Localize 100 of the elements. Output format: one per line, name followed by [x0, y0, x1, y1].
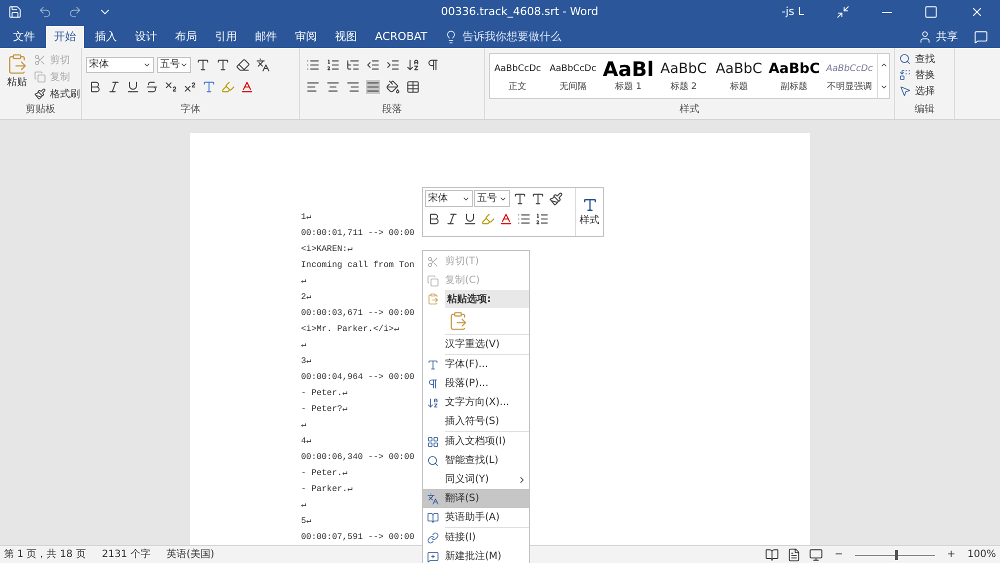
document-line: 00:00:01,711 --> 00:00 — [301, 227, 414, 240]
ribbon-tab[interactable]: 插入 — [87, 26, 125, 48]
ribbon-tab[interactable]: 视图 — [327, 26, 365, 48]
tell-me-field[interactable]: 告诉我你想要做什么 — [444, 26, 562, 48]
book-icon — [427, 512, 439, 524]
ribbon-tab[interactable]: 邮件 — [247, 26, 285, 48]
zoom-slider[interactable] — [855, 550, 936, 560]
cursor-icon — [899, 85, 911, 97]
styles-button[interactable]: 样式 — [575, 188, 603, 236]
ribbon-tab[interactable]: 开始 — [46, 26, 84, 48]
font-size-field[interactable]: 五号 — [474, 190, 510, 207]
person-icon — [918, 30, 932, 44]
document-line: 00:00:03,671 --> 00:00 — [301, 307, 414, 320]
group-label: 剪贴板 — [24, 102, 56, 117]
phonetic-icon[interactable] — [254, 56, 271, 73]
ribbon-tab[interactable]: ACROBAT — [367, 26, 436, 48]
document-line: Incoming call from Ton — [301, 259, 414, 272]
font-family-field[interactable]: 宋体 — [86, 56, 154, 72]
paragraph-icon — [427, 378, 439, 390]
text-direction-icon — [427, 396, 439, 408]
editing-button[interactable]: 查找 — [899, 51, 950, 67]
justify-icon[interactable] — [364, 78, 381, 95]
document-line: ↵ — [301, 419, 306, 432]
document-line: 00:00:07,591 --> 00:00 — [301, 531, 414, 544]
clipboard-icon — [427, 293, 439, 305]
scissors-icon — [427, 256, 439, 268]
scroll-up-icon[interactable] — [880, 61, 888, 69]
scroll-down-icon[interactable] — [880, 83, 888, 91]
shading-icon[interactable] — [384, 78, 401, 95]
style-option[interactable]: AaBl 标题 1 — [600, 54, 656, 98]
group-label: 段落 — [381, 102, 403, 117]
search-icon — [427, 454, 439, 466]
paste-option-icon[interactable] — [448, 311, 468, 331]
share-button[interactable]: 共享 — [918, 26, 958, 48]
copy-icon — [427, 274, 439, 286]
scissors-icon — [34, 54, 46, 66]
menu-item[interactable]: 段落(P)... — [423, 374, 529, 393]
document-line: - Peter.↵ — [301, 467, 348, 480]
ribbon-tab[interactable]: 审阅 — [287, 26, 325, 48]
style-option[interactable]: AaBbC 标题 — [711, 54, 767, 98]
menu-item[interactable]: 智能查找(L) — [423, 451, 529, 470]
paintbrush-icon — [34, 88, 46, 100]
document-line: 4↵ — [301, 435, 312, 448]
menu-item[interactable]: 翻译(S) — [423, 489, 529, 508]
menu-item[interactable]: 文字方向(X)... — [423, 393, 529, 412]
slider-thumb[interactable] — [895, 550, 898, 560]
grid-icon — [427, 436, 439, 448]
document-line: ↵ — [301, 339, 306, 352]
menu-item[interactable]: 英语助手(A) — [423, 508, 529, 527]
document-line: <i>KAREN:↵ — [301, 243, 353, 256]
document-line: <i>Mr. Parker.</i>↵ — [301, 323, 400, 336]
zoom-in-button[interactable]: + — [943, 547, 960, 562]
style-option[interactable]: AaBbCcDc 正文 — [490, 54, 546, 98]
read-mode-icon — [764, 548, 779, 562]
paste-button[interactable]: 粘贴 — [4, 52, 30, 102]
editing-button[interactable]: 选择 — [899, 83, 950, 99]
web-layout-icon — [808, 548, 823, 562]
style-option[interactable]: AaBbC 标题 2 — [656, 54, 712, 98]
menu-item[interactable]: 汉字重选(V) — [423, 335, 529, 354]
clipboard-icon — [6, 53, 28, 75]
comment-icon — [427, 550, 439, 562]
menu-item[interactable]: 链接(I) — [423, 528, 529, 547]
user-name: -js L — [782, 4, 804, 20]
comments-icon — [974, 30, 988, 44]
ribbon-tab[interactable]: 布局 — [167, 26, 205, 48]
language: 英语(美国) — [166, 548, 214, 562]
page-count: 第 1 页，共 18 页 — [4, 548, 86, 562]
menu-item[interactable]: 插入文档项(I) — [423, 432, 529, 451]
group-label: 编辑 — [914, 102, 936, 117]
editing-button[interactable]: 替换 — [899, 67, 950, 83]
letter-icon — [582, 196, 598, 212]
font-size-field[interactable]: 五号 — [157, 56, 191, 72]
format-painter-icon[interactable] — [547, 190, 564, 207]
ribbon-tab[interactable]: 文件 — [5, 26, 43, 48]
document-line: 00:00:06,340 --> 00:00 — [301, 451, 414, 464]
menu-header: 粘贴选项: — [445, 290, 529, 308]
font-family-field[interactable]: 宋体 — [425, 190, 473, 207]
close-icon — [970, 5, 984, 19]
copy-icon — [34, 71, 46, 83]
save-icon — [8, 5, 22, 19]
borders-icon[interactable] — [404, 78, 421, 95]
clipboard-button[interactable]: 格式刷 — [34, 86, 80, 102]
menu-item[interactable]: 新建批注(M) — [423, 547, 529, 563]
document-line: 3↵ — [301, 355, 312, 368]
menu-item[interactable]: 字体(F)... — [423, 355, 529, 374]
menu-item[interactable]: 同义词(Y) — [423, 470, 529, 489]
clear-format-icon[interactable] — [234, 56, 251, 73]
translate-icon — [427, 492, 439, 504]
ribbon-display-icon — [836, 5, 850, 19]
ribbon-tab[interactable]: 设计 — [127, 26, 165, 48]
style-option[interactable]: AaBbCcDc 无间隔 — [545, 54, 601, 98]
ribbon-tab[interactable]: 引用 — [207, 26, 245, 48]
document-line: 00:00:04,964 --> 00:00 — [301, 371, 414, 384]
style-option[interactable]: AaBbC 副标题 — [766, 54, 822, 98]
search-icon — [899, 53, 911, 65]
document-line: 2↵ — [301, 291, 312, 304]
zoom-out-button[interactable]: − — [830, 547, 848, 562]
style-option[interactable]: AaBbCcDc 不明显强调 — [822, 54, 878, 98]
link-icon — [427, 532, 439, 544]
menu-item[interactable]: 插入符号(S) — [423, 412, 529, 431]
